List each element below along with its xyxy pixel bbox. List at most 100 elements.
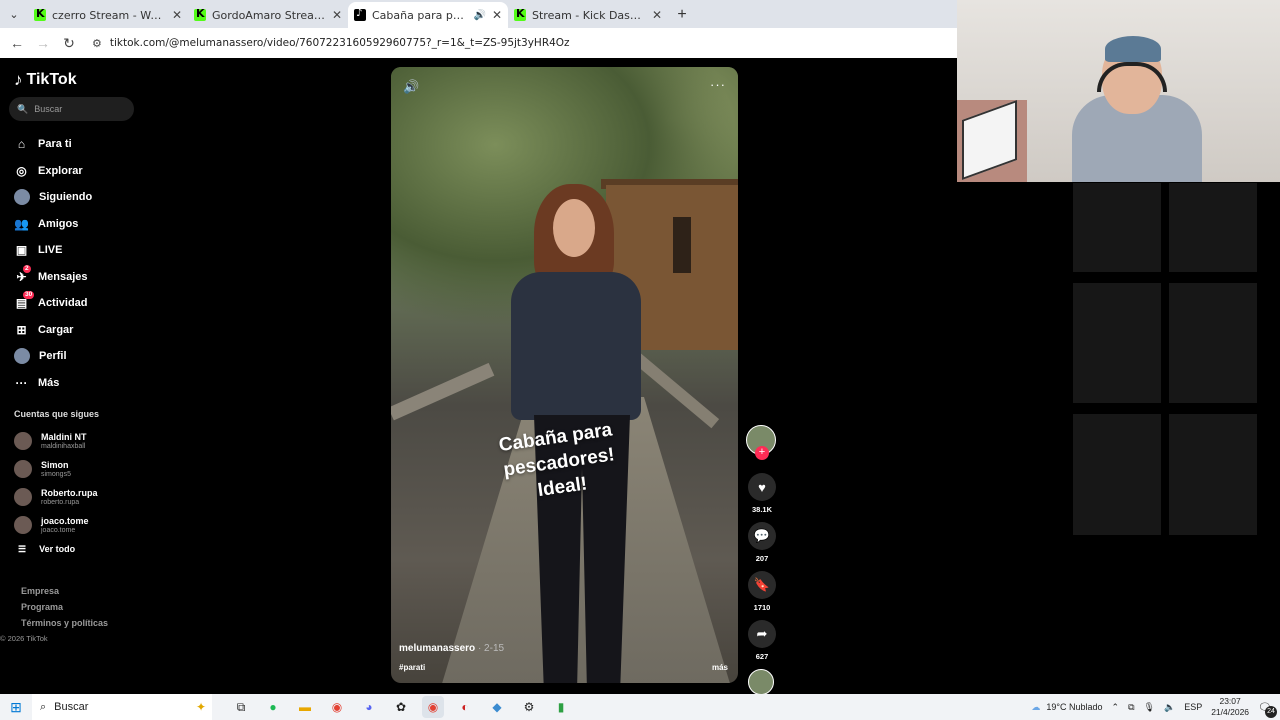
tab-close-icon[interactable]: ✕: [332, 8, 342, 22]
follow-plus-icon[interactable]: +: [755, 446, 769, 460]
profile-avatar: [14, 348, 30, 365]
menu-item-live[interactable]: ▣ LIVE: [14, 237, 92, 264]
footer-link-terminos[interactable]: Términos y políticas: [21, 615, 108, 631]
forward-button[interactable]: →: [32, 32, 54, 54]
following-avatar: [14, 189, 30, 206]
menu-label: Explorar: [38, 164, 83, 177]
account-name: Maldini NT: [41, 431, 87, 442]
obs-icon[interactable]: ◐: [454, 696, 476, 718]
heart-icon[interactable]: ♥: [748, 473, 776, 501]
clock-date: 21/4/2026: [1211, 707, 1250, 717]
tab-close-icon[interactable]: ✕: [172, 8, 182, 22]
account-handle: maldinihaxball: [41, 442, 86, 450]
sidebar-footer: Empresa Programa Términos y políticas © …: [0, 583, 108, 647]
avatar: [14, 460, 32, 478]
video-author[interactable]: melumanassero · 2-15: [399, 643, 504, 654]
browser-tab[interactable]: Stream - Kick Dashboard ✕: [508, 2, 668, 28]
browser-tab[interactable]: czerro Stream - Watch Live on K ✕: [28, 2, 188, 28]
avatar: [14, 488, 32, 506]
menu-label: Siguiendo: [39, 191, 93, 204]
browser-tab[interactable]: GordoAmaro Stream - Watch Li ✕: [188, 2, 348, 28]
volume-icon[interactable]: 🔈: [1164, 702, 1175, 713]
menu-item-actividad[interactable]: ▤ 30 Actividad: [14, 290, 92, 317]
tab-close-icon[interactable]: ✕: [652, 8, 662, 22]
weather-widget[interactable]: ☁ 19°C Nublado: [1031, 702, 1102, 713]
clock-time: 23:07: [1219, 696, 1241, 706]
menu-item-cargar[interactable]: ⊞ Cargar: [14, 317, 92, 344]
task-view-icon[interactable]: ⧉: [230, 696, 252, 718]
taskbar-search[interactable]: ⌕ Buscar ✦: [32, 694, 212, 720]
chrome-active-icon[interactable]: ◉: [422, 696, 444, 718]
mic-icon[interactable]: 🎙: [1144, 702, 1155, 713]
network-icon[interactable]: ⧉: [1128, 702, 1134, 713]
address-bar[interactable]: ⚙ tiktok.com/@melumanassero/video/760722…: [92, 37, 570, 50]
reload-button[interactable]: ↻: [58, 32, 80, 54]
clock[interactable]: 23:07 21/4/2026: [1211, 696, 1249, 718]
browser-tab-active[interactable]: Cabaña para pescadores en 🔊 ✕: [348, 2, 508, 28]
new-tab-button[interactable]: +: [668, 2, 696, 28]
see-all-button[interactable]: ☰ Ver todo: [18, 544, 75, 555]
comment-action[interactable]: 💬 207: [746, 522, 778, 563]
like-action[interactable]: ♥ 38.1K: [746, 473, 778, 514]
account-handle: simongs5: [41, 470, 71, 478]
menu-item-para-ti[interactable]: ⌂ Para ti: [14, 131, 92, 158]
menu-item-explorar[interactable]: ◎ Explorar: [14, 158, 92, 185]
chevron-up-icon[interactable]: ⌃: [1112, 702, 1120, 713]
tiktok-logo[interactable]: ♪ TikTok: [14, 70, 77, 90]
tab-search-dropdown[interactable]: ⌄: [0, 0, 28, 28]
following-account[interactable]: Roberto.rupa roberto.rupa: [14, 483, 98, 511]
live-icon: ▣: [15, 243, 28, 258]
sound-avatar[interactable]: [748, 669, 774, 695]
comment-icon[interactable]: 💬: [748, 522, 776, 550]
tab-close-icon[interactable]: ✕: [492, 8, 502, 22]
volume-icon[interactable]: 🔊: [403, 79, 419, 95]
creator-avatar[interactable]: +: [746, 425, 776, 460]
footer-link-empresa[interactable]: Empresa: [21, 583, 108, 599]
settings-icon[interactable]: ⚙: [518, 696, 540, 718]
audio-playing-icon[interactable]: 🔊: [473, 10, 485, 21]
footer-link-programa[interactable]: Programa: [21, 599, 108, 615]
tab-title: Stream - Kick Dashboard: [532, 8, 646, 22]
app-icon[interactable]: ◆: [486, 696, 508, 718]
following-list: Maldini NT maldinihaxball Simon simongs5 R…: [14, 427, 98, 539]
avatar: [14, 432, 32, 450]
taskbar-search-label: Buscar: [54, 701, 89, 713]
menu-item-amigos[interactable]: 👥 Amigos: [14, 211, 92, 238]
site-info-icon[interactable]: ⚙: [92, 37, 102, 50]
windows-taskbar: ⊞ ⌕ Buscar ✦ ⧉ ● ▬ ◉ ◕ ✿ ◉ ◐ ◆ ⚙ ▮ ☁ 19°…: [0, 694, 1280, 720]
notifications-button[interactable]: 🗨 24: [1258, 701, 1277, 718]
video-player[interactable]: 🔊 ··· Cabaña para pescadores! Ideal! mel…: [391, 67, 738, 683]
file-explorer-icon[interactable]: ▬: [294, 696, 316, 718]
author-name[interactable]: melumanassero: [399, 643, 475, 654]
taskbar-apps: ⧉ ● ▬ ◉ ◕ ✿ ◉ ◐ ◆ ⚙ ▮: [230, 696, 572, 718]
share-icon[interactable]: ➦: [748, 620, 776, 648]
more-icon: ···: [15, 375, 28, 390]
more-options-icon[interactable]: ···: [710, 77, 726, 92]
menu-item-mas[interactable]: ··· Más: [14, 370, 92, 397]
menu-item-siguiendo[interactable]: Siguiendo: [14, 184, 92, 211]
following-account[interactable]: Maldini NT maldinihaxball: [14, 427, 98, 455]
search-input[interactable]: 🔍 Buscar: [9, 97, 134, 121]
video-scene-rail-left: [391, 362, 495, 421]
video-person-body: [511, 272, 641, 420]
save-action[interactable]: 🔖 1710: [746, 571, 778, 612]
url-text[interactable]: tiktok.com/@melumanassero/video/76072231…: [110, 37, 570, 49]
share-action[interactable]: ➦ 627: [746, 620, 778, 661]
video-hashtag[interactable]: #parati: [399, 663, 425, 672]
chatgpt-icon[interactable]: ✿: [390, 696, 412, 718]
language-indicator[interactable]: ESP: [1184, 702, 1202, 712]
windows-start-icon[interactable]: ⊞: [0, 699, 32, 716]
chrome-icon[interactable]: ◉: [326, 696, 348, 718]
kick-app-icon[interactable]: ▮: [550, 696, 572, 718]
following-account[interactable]: Simon simongs5: [14, 455, 98, 483]
menu-item-mensajes[interactable]: ✈ 2 Mensajes: [14, 264, 92, 291]
account-handle: joaco.tome: [41, 526, 76, 534]
caption-more-button[interactable]: más: [712, 663, 728, 672]
spotify-icon[interactable]: ●: [262, 696, 284, 718]
following-account[interactable]: joaco.tome joaco.tome: [14, 511, 98, 539]
discord-icon[interactable]: ◕: [358, 696, 380, 718]
search-icon: ⌕: [40, 700, 47, 713]
menu-item-perfil[interactable]: Perfil: [14, 343, 92, 370]
back-button[interactable]: ←: [6, 32, 28, 54]
bookmark-icon[interactable]: 🔖: [748, 571, 776, 599]
